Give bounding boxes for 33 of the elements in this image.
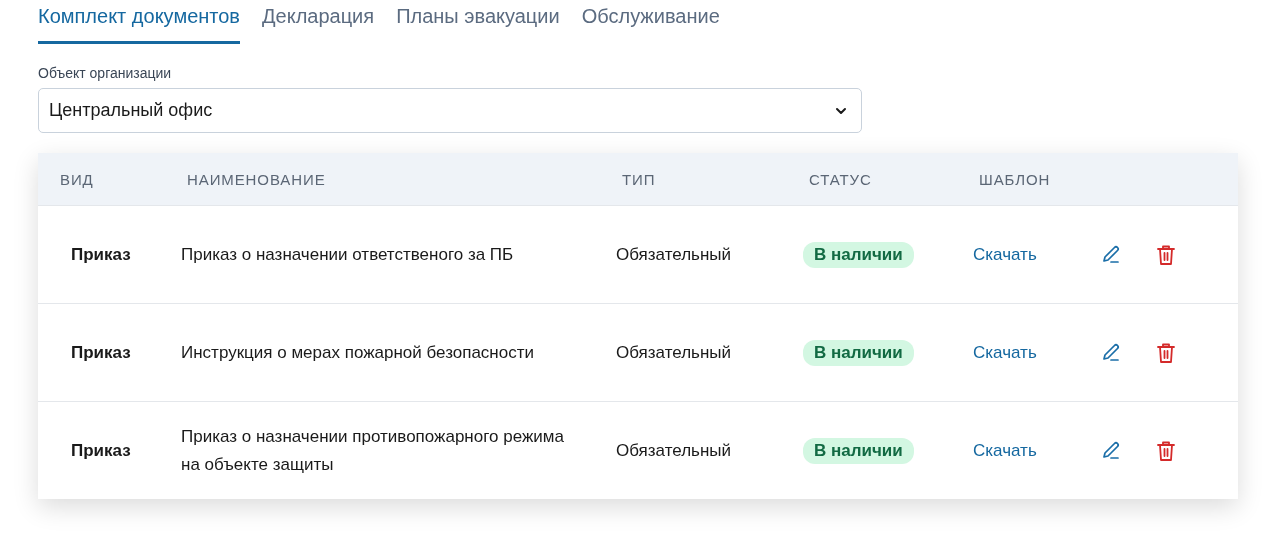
table-cell-text: Инструкция о мерах пожарной безопасности (180, 341, 535, 364)
tab[interactable]: Обслуживание (581, 0, 720, 44)
table-cell-text: Обязательный (615, 243, 733, 266)
tab[interactable]: Декларация (262, 0, 375, 44)
field-label: Объект организации (38, 65, 172, 81)
column-header: СТАТУС (808, 169, 873, 190)
status-badge: В наличии (803, 241, 914, 268)
edit-icon[interactable] (1100, 341, 1122, 364)
status-badge: В наличии (803, 339, 914, 366)
table-cell-text: Обязательный (615, 439, 733, 462)
trash-icon[interactable] (1156, 439, 1176, 462)
trash-icon[interactable] (1156, 341, 1176, 364)
column-header: ШАБЛОН (978, 169, 1052, 190)
table-cell-text: Приказ (70, 439, 132, 462)
status-badge: В наличии (803, 437, 914, 464)
edit-icon[interactable] (1100, 243, 1122, 266)
column-header: ВИД (59, 169, 95, 190)
download-link[interactable]: Скачать (973, 342, 1037, 363)
download-link[interactable]: Скачать (973, 440, 1037, 461)
table-cell-text: Приказ о назначении противопожарного режима на объекте защиты (180, 425, 565, 476)
object-select[interactable]: Центральный офис (38, 88, 862, 133)
table-cell-text: Приказ (70, 243, 132, 266)
table-cell-text: Приказ (70, 341, 132, 364)
table-cell-text: Приказ о назначении ответственого за ПБ (180, 243, 515, 266)
chevron-down-icon (835, 106, 847, 115)
edit-icon[interactable] (1100, 439, 1122, 462)
table-cell-text: Обязательный (615, 341, 733, 364)
column-header: НАИМЕНОВАНИЕ (186, 169, 327, 190)
tab[interactable]: Комплект документов (38, 0, 240, 44)
trash-icon[interactable] (1156, 243, 1176, 266)
tab[interactable]: Планы эвакуации (396, 0, 560, 44)
column-header: ТИП (621, 169, 657, 190)
download-link[interactable]: Скачать (973, 244, 1037, 265)
